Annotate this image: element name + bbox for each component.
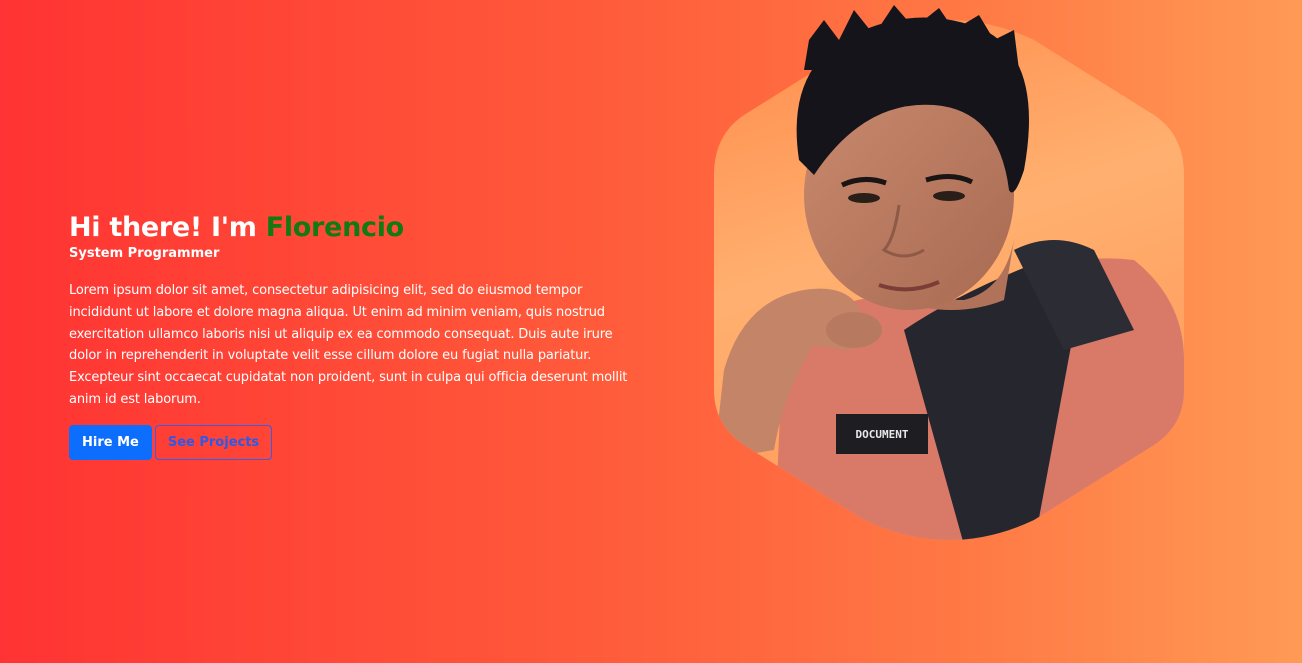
see-projects-button[interactable]: See Projects [154, 424, 273, 460]
hero-subtitle: System Programmer [69, 246, 220, 261]
hire-me-button[interactable]: Hire Me [69, 424, 152, 460]
hero-name: Florencio [265, 212, 405, 243]
hero-greeting: Hi there! I'm [69, 212, 266, 243]
profile-portrait: DOCUMENT [714, 0, 1184, 545]
hero-section: Hi there! I'm Florencio System Programme… [69, 210, 629, 460]
hero-buttons: Hire Me See Projects [69, 424, 629, 460]
hero-description: Lorem ipsum dolor sit amet, consectetur … [69, 283, 628, 407]
profile-photo: DOCUMENT [714, 5, 1184, 540]
jacket-label-text: DOCUMENT [856, 428, 909, 441]
hero-title: Hi there! I'm Florencio [69, 210, 629, 246]
